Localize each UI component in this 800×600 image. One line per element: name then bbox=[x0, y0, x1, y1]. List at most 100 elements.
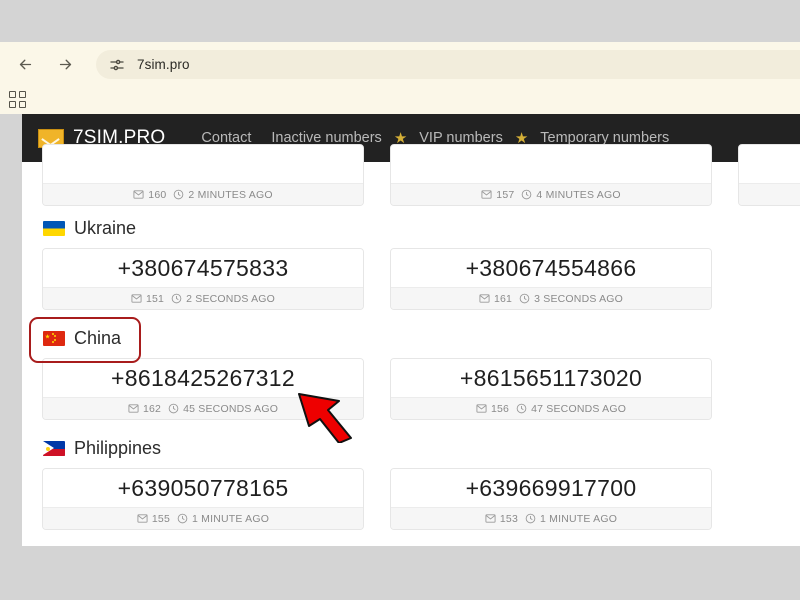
card-meta: 155 1 MINUTE AGO bbox=[43, 507, 363, 529]
forward-button[interactable] bbox=[48, 47, 82, 81]
last-activity-value: 4 MINUTES AGO bbox=[536, 188, 621, 201]
messages-count: 157 bbox=[481, 189, 514, 201]
last-activity-value: 3 SECONDS AGO bbox=[534, 292, 624, 305]
messages-count-value: 155 bbox=[151, 512, 171, 525]
messages-count-value: 151 bbox=[145, 292, 165, 305]
messages-count-value: 162 bbox=[142, 402, 162, 415]
number-card[interactable]: +380674554866 161 3 SECONDS AGO bbox=[390, 248, 712, 310]
messages-count: 153 bbox=[485, 513, 518, 525]
card-number-text bbox=[391, 145, 711, 183]
card-meta: 157 4 MINUTES AGO bbox=[391, 183, 711, 205]
messages-count-value: 153 bbox=[499, 512, 519, 525]
browser-toolbar: 7sim.pro bbox=[0, 42, 800, 86]
card-meta: 153 1 MINUTE AGO bbox=[391, 507, 711, 529]
last-activity-value: 45 SECONDS AGO bbox=[183, 402, 279, 415]
country-name: China bbox=[74, 328, 122, 348]
last-activity: 2 SECONDS AGO bbox=[171, 293, 275, 305]
browser-chrome: 7sim.pro bbox=[0, 42, 800, 114]
apps-grid-cell bbox=[19, 101, 26, 108]
last-activity-value: 47 SECONDS AGO bbox=[531, 402, 627, 415]
messages-count-value: 160 bbox=[148, 188, 167, 201]
clock-icon bbox=[516, 403, 527, 414]
page-viewport: 7SIM.PRO Contact Inactive numbers ★ VIP … bbox=[22, 114, 800, 546]
last-activity: 47 SECONDS AGO bbox=[516, 403, 626, 415]
card-meta: 161 3 SECONDS AGO bbox=[391, 287, 711, 309]
clock-icon bbox=[522, 189, 532, 200]
envelope-icon bbox=[131, 294, 142, 303]
card-meta bbox=[739, 183, 800, 205]
card-number-text: +8615651173020 bbox=[391, 359, 711, 397]
country-name: Ukraine bbox=[74, 218, 137, 238]
card-meta: 151 2 SECONDS AGO bbox=[43, 287, 363, 309]
card-meta: 156 47 SECONDS AGO bbox=[391, 397, 711, 419]
card-row-ukraine: +380674575833 151 2 SECONDS AGO +3806745 bbox=[22, 248, 800, 310]
flag-ukraine-icon bbox=[43, 221, 65, 236]
clock-icon bbox=[519, 293, 530, 304]
number-card[interactable]: +8618425267312 162 45 SECONDS AGO bbox=[42, 358, 364, 420]
card-number-text: +8618425267312 bbox=[43, 359, 363, 397]
number-card[interactable]: +639050778165 155 1 MINUTE AGO bbox=[42, 468, 364, 530]
last-activity: 45 SECONDS AGO bbox=[168, 403, 278, 415]
card-number-text bbox=[43, 145, 363, 183]
flag-sun bbox=[45, 446, 50, 451]
envelope-icon bbox=[137, 514, 148, 523]
desktop-background-top bbox=[0, 0, 800, 42]
last-activity: 1 MINUTE AGO bbox=[177, 513, 269, 525]
address-bar-url: 7sim.pro bbox=[137, 57, 190, 72]
messages-count-value: 161 bbox=[493, 292, 513, 305]
forward-arrow-icon bbox=[59, 59, 71, 69]
site-settings-icon[interactable] bbox=[108, 56, 126, 74]
country-heading-philippines: Philippines bbox=[22, 438, 161, 459]
messages-count: 151 bbox=[131, 293, 164, 305]
apps-grid-cell bbox=[9, 91, 16, 98]
flag-philippines-icon bbox=[43, 441, 65, 456]
last-activity-value: 1 MINUTE AGO bbox=[192, 512, 270, 525]
apps-grid-icon[interactable] bbox=[9, 91, 27, 109]
envelope-icon bbox=[479, 294, 490, 303]
card-number-text: +639669917700 bbox=[391, 469, 711, 507]
clock-icon bbox=[168, 403, 179, 414]
envelope-icon bbox=[481, 190, 492, 199]
address-bar[interactable]: 7sim.pro bbox=[96, 50, 800, 79]
country-name: Philippines bbox=[74, 438, 162, 458]
messages-count: 156 bbox=[476, 403, 509, 415]
clock-icon bbox=[525, 513, 536, 524]
country-heading-ukraine: Ukraine bbox=[22, 218, 136, 239]
last-activity-value: 1 MINUTE AGO bbox=[540, 512, 618, 525]
desktop-background-bottom bbox=[0, 546, 800, 600]
envelope-icon bbox=[133, 190, 144, 199]
bookmarks-bar bbox=[0, 86, 800, 114]
card-row-china: +8618425267312 162 45 SECONDS AGO +86156 bbox=[22, 358, 800, 420]
flag-star-small bbox=[51, 332, 54, 335]
card-row-philippines: +639050778165 155 1 MINUTE AGO +63966991 bbox=[22, 468, 800, 530]
messages-count: 160 bbox=[133, 189, 166, 201]
card-number-text: +380674575833 bbox=[43, 249, 363, 287]
apps-grid-cell bbox=[19, 91, 26, 98]
card-meta: 162 45 SECONDS AGO bbox=[43, 397, 363, 419]
last-activity: 1 MINUTE AGO bbox=[525, 513, 617, 525]
flag-star-large bbox=[45, 334, 50, 339]
number-card[interactable]: +8615651173020 156 47 SECONDS AGO bbox=[390, 358, 712, 420]
number-card[interactable] bbox=[738, 144, 800, 206]
screenshot-root: 7sim.pro 7SIM.PRO Contact Inactive numbe… bbox=[0, 0, 800, 600]
card-number-text: +639050778165 bbox=[43, 469, 363, 507]
clock-icon bbox=[177, 513, 188, 524]
messages-count-value: 156 bbox=[490, 402, 510, 415]
country-heading-china: China bbox=[22, 328, 121, 349]
number-card[interactable]: 160 2 MINUTES AGO bbox=[42, 144, 364, 206]
flag-star-small bbox=[53, 338, 56, 341]
card-number-text: +380674554866 bbox=[391, 249, 711, 287]
card-number-text bbox=[739, 145, 800, 183]
messages-count: 162 bbox=[128, 403, 161, 415]
messages-count: 161 bbox=[479, 293, 512, 305]
back-button[interactable] bbox=[8, 47, 42, 81]
envelope-icon bbox=[476, 404, 487, 413]
desktop-background-left bbox=[0, 114, 22, 546]
number-card[interactable]: 157 4 MINUTES AGO bbox=[390, 144, 712, 206]
partial-card-row: 160 2 MINUTES AGO 157 4 MINUTES AGO bbox=[22, 144, 800, 206]
number-card[interactable]: +639669917700 153 1 MINUTE AGO bbox=[390, 468, 712, 530]
last-activity-value: 2 MINUTES AGO bbox=[188, 188, 273, 201]
last-activity: 2 MINUTES AGO bbox=[173, 188, 273, 201]
flag-china-icon bbox=[43, 331, 65, 346]
number-card[interactable]: +380674575833 151 2 SECONDS AGO bbox=[42, 248, 364, 310]
